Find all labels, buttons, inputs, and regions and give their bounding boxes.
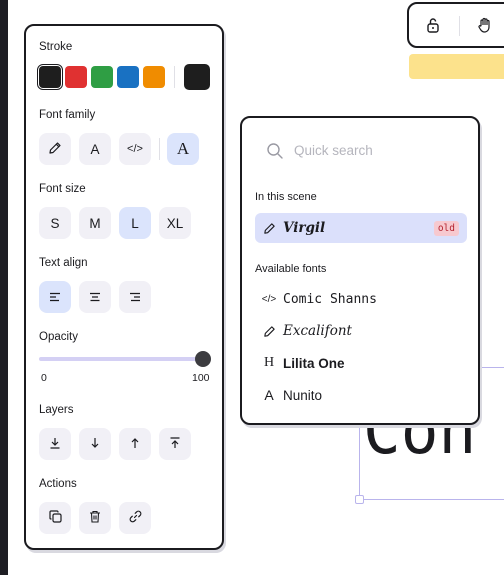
align-right-icon xyxy=(129,290,141,305)
font-size-xl[interactable]: XL xyxy=(159,207,191,239)
trash-icon xyxy=(89,510,101,526)
toolbar-divider xyxy=(459,16,460,36)
align-right-button[interactable] xyxy=(119,281,151,313)
opacity-label: Opacity xyxy=(39,331,78,343)
font-item-virgil-label: Virgil xyxy=(283,220,326,236)
heading-icon: H xyxy=(263,355,275,370)
font-item-excalifont-label: Excalifont xyxy=(283,323,352,339)
send-to-back-icon xyxy=(49,437,61,452)
search-icon xyxy=(266,142,284,165)
delete-button[interactable] xyxy=(79,502,111,534)
font-item-nunito-label: Nunito xyxy=(283,387,323,403)
font-item-excalifont[interactable]: Excalifont xyxy=(255,316,467,346)
top-toolbar xyxy=(407,2,504,48)
code-icon: </> xyxy=(127,143,143,155)
lock-icon[interactable] xyxy=(422,14,444,36)
scene-fonts-heading: In this scene xyxy=(255,191,317,203)
opacity-min-label: 0 xyxy=(41,372,47,384)
font-picker-popover: In this scene Virgil old Available fonts… xyxy=(240,116,480,425)
opacity-slider-track[interactable] xyxy=(39,357,203,361)
align-left-button[interactable] xyxy=(39,281,71,313)
opacity-max-label: 100 xyxy=(192,372,210,384)
pencil-icon xyxy=(255,325,283,338)
font-normal-button[interactable]: A xyxy=(79,133,111,165)
stroke-swatch-black[interactable] xyxy=(37,64,63,90)
resize-handle[interactable] xyxy=(355,495,364,504)
properties-panel: Stroke Font family A </> A Font size S M… xyxy=(24,24,224,550)
actions-label: Actions xyxy=(39,478,77,490)
send-backward-button[interactable] xyxy=(79,428,111,460)
align-center-icon xyxy=(89,290,101,305)
pencil-icon xyxy=(48,141,62,158)
font-item-lilita-one-label: Lilita One xyxy=(283,355,345,371)
stroke-swatch-red[interactable] xyxy=(65,66,87,88)
hint-bar xyxy=(409,54,504,79)
font-item-nunito[interactable]: A Nunito xyxy=(255,380,467,410)
text-align-label: Text align xyxy=(39,257,88,269)
font-item-virgil[interactable]: Virgil old xyxy=(255,213,467,243)
font-search-input[interactable] xyxy=(294,143,454,158)
pencil-icon xyxy=(255,222,283,235)
old-badge: old xyxy=(433,221,459,236)
bring-to-front-button[interactable] xyxy=(159,428,191,460)
duplicate-icon xyxy=(48,510,62,526)
link-icon xyxy=(129,510,142,526)
available-fonts-heading: Available fonts xyxy=(255,263,327,275)
stroke-current-color[interactable] xyxy=(184,64,210,90)
font-family-label: Font family xyxy=(39,109,96,121)
swatch-divider xyxy=(174,66,175,88)
font-size-m[interactable]: M xyxy=(79,207,111,239)
stroke-swatch-green[interactable] xyxy=(91,66,113,88)
font-item-comic-shanns[interactable]: </> Comic Shanns xyxy=(255,284,467,314)
arrow-up-icon xyxy=(129,437,141,452)
opacity-slider-thumb[interactable] xyxy=(195,351,211,367)
font-more-button[interactable]: A xyxy=(167,133,199,165)
align-center-button[interactable] xyxy=(79,281,111,313)
font-item-lilita-one[interactable]: H Lilita One xyxy=(255,348,467,378)
stroke-swatch-blue[interactable] xyxy=(117,66,139,88)
font-hand-drawn-button[interactable] xyxy=(39,133,71,165)
link-button[interactable] xyxy=(119,502,151,534)
font-size-label: Font size xyxy=(39,183,86,195)
bring-to-front-icon xyxy=(169,436,181,452)
code-icon: </> xyxy=(261,293,277,305)
font-code-button[interactable]: </> xyxy=(119,133,151,165)
letter-a-icon: A xyxy=(90,141,100,157)
font-size-l[interactable]: L xyxy=(119,207,151,239)
stroke-swatch-orange[interactable] xyxy=(143,66,165,88)
layers-label: Layers xyxy=(39,404,74,416)
letter-a-icon: A xyxy=(264,387,274,403)
font-size-s[interactable]: S xyxy=(39,207,71,239)
align-left-icon xyxy=(49,290,61,305)
send-to-back-button[interactable] xyxy=(39,428,71,460)
font-item-comic-shanns-label: Comic Shanns xyxy=(283,291,377,307)
bring-forward-button[interactable] xyxy=(119,428,151,460)
duplicate-button[interactable] xyxy=(39,502,71,534)
letter-a-outline-icon: A xyxy=(176,139,190,158)
font-family-divider xyxy=(159,138,160,160)
stroke-label: Stroke xyxy=(39,41,73,53)
left-edge xyxy=(0,0,8,575)
hand-icon[interactable] xyxy=(474,14,496,36)
arrow-down-icon xyxy=(89,437,101,452)
